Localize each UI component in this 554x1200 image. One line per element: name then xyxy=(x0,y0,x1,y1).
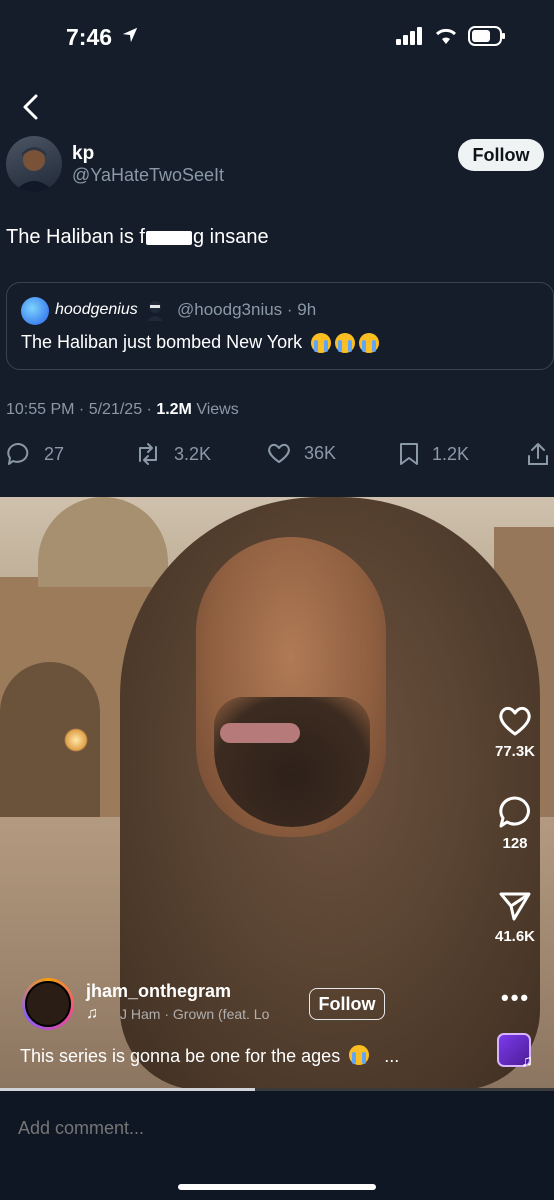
tweet-text-end: g insane xyxy=(192,226,269,248)
views-label: Views xyxy=(191,401,239,418)
tweet-text: The Haliban is f g insane xyxy=(6,226,269,249)
heart-icon xyxy=(499,706,531,736)
repost-count: 3.2K xyxy=(174,443,212,464)
caption-text: This series is gonna be one for the ages xyxy=(20,1046,341,1066)
video-share-button[interactable]: 41.6K xyxy=(486,890,544,945)
tweet-meta: 10:55 PM · 5/21/25 · 1.2M Views xyxy=(6,401,239,419)
repost-action[interactable]: 3.2K xyxy=(134,441,211,467)
music-info[interactable]: ♫ J Ham · Grown (feat. Lo xyxy=(86,1005,296,1023)
share-icon xyxy=(528,443,548,465)
author-avatar[interactable] xyxy=(6,136,62,192)
crying-emojis xyxy=(311,333,380,354)
wifi-icon xyxy=(435,28,457,44)
crying-face-icon xyxy=(359,333,380,354)
quoted-author-handle: @hoodg3nius · 9h xyxy=(177,300,317,319)
quoted-tweet-text: The Haliban just bombed New York xyxy=(21,332,380,354)
like-action[interactable]: 36K xyxy=(266,441,336,465)
reply-count: 27 xyxy=(44,443,65,464)
status-indicators xyxy=(396,26,506,46)
share-action[interactable] xyxy=(526,441,550,467)
more-options-icon[interactable]: ••• xyxy=(501,985,530,1011)
ninja-emoji-icon xyxy=(147,301,163,321)
follow-button[interactable]: Follow xyxy=(458,139,544,171)
add-comment-input[interactable] xyxy=(18,1118,418,1139)
battery-icon xyxy=(468,26,505,46)
tweet-text-start: The Haliban is f xyxy=(6,226,145,248)
video-comment-button[interactable]: 128 xyxy=(486,795,544,852)
location-arrow-icon xyxy=(122,27,138,43)
heart-icon xyxy=(268,443,290,463)
quoted-tweet[interactable]: hoodgenius @hoodg3nius · 9h The Haliban … xyxy=(6,282,554,370)
tweet-timestamp: 10:55 PM · 5/21/25 · xyxy=(6,401,157,418)
tweet-panel: 7:46 kp @YaHateTwoSeeIt Follow The Halib… xyxy=(0,0,554,497)
view-count[interactable]: 1.2M xyxy=(156,401,192,418)
follow-creator-button[interactable]: Follow xyxy=(309,988,385,1020)
reply-action[interactable]: 27 xyxy=(6,441,64,467)
quoted-author-name: hoodgenius xyxy=(55,301,138,318)
quoted-author-avatar xyxy=(21,297,49,325)
crying-face-icon xyxy=(349,1045,370,1065)
quoted-tweet-body: The Haliban just bombed New York xyxy=(21,332,303,352)
creator-avatar-image xyxy=(25,981,71,1027)
author-name[interactable]: kp xyxy=(72,143,94,165)
music-note-icon: ♫ xyxy=(521,1053,533,1070)
status-bar: 7:46 xyxy=(0,0,554,74)
video-like-button[interactable]: 77.3K xyxy=(486,705,544,760)
music-track: J Ham · Grown (feat. Lo xyxy=(120,1006,270,1022)
creator-username[interactable]: jham_onthegram xyxy=(86,981,231,1002)
video-caption[interactable]: This series is gonna be one for the ages… xyxy=(20,1045,399,1067)
repost-icon xyxy=(139,443,157,465)
bookmark-count: 1.2K xyxy=(432,443,470,464)
video-background-lamp xyxy=(64,728,88,752)
video-subject-lips xyxy=(220,723,300,743)
bookmark-action[interactable]: 1.2K xyxy=(398,441,469,467)
tweet-action-bar: 27 3.2K 36K 1.2K xyxy=(0,436,554,476)
home-indicator[interactable] xyxy=(178,1184,376,1190)
crying-face-icon xyxy=(335,333,356,354)
comment-bubble-icon xyxy=(499,796,530,828)
status-time: 7:46 xyxy=(66,24,113,50)
paper-plane-icon xyxy=(499,892,531,921)
bookmark-icon xyxy=(400,443,418,465)
video-like-count: 77.3K xyxy=(494,743,536,760)
redaction-bar xyxy=(145,230,192,245)
music-note-icon: ♫ xyxy=(86,1005,98,1022)
caption-more[interactable]: ... xyxy=(384,1046,399,1066)
author-avatar-image xyxy=(14,147,54,192)
cellular-signal-icon xyxy=(396,27,422,45)
video-share-count: 41.6K xyxy=(494,928,536,945)
like-count: 36K xyxy=(304,442,337,463)
video-comment-count: 128 xyxy=(502,835,528,852)
crying-face-icon xyxy=(311,333,332,354)
back-button[interactable] xyxy=(18,93,44,121)
author-handle[interactable]: @YaHateTwoSeeIt xyxy=(72,165,224,186)
creator-avatar[interactable] xyxy=(22,978,74,1030)
video-player[interactable] xyxy=(0,497,554,1090)
speech-bubble-icon xyxy=(7,442,29,465)
